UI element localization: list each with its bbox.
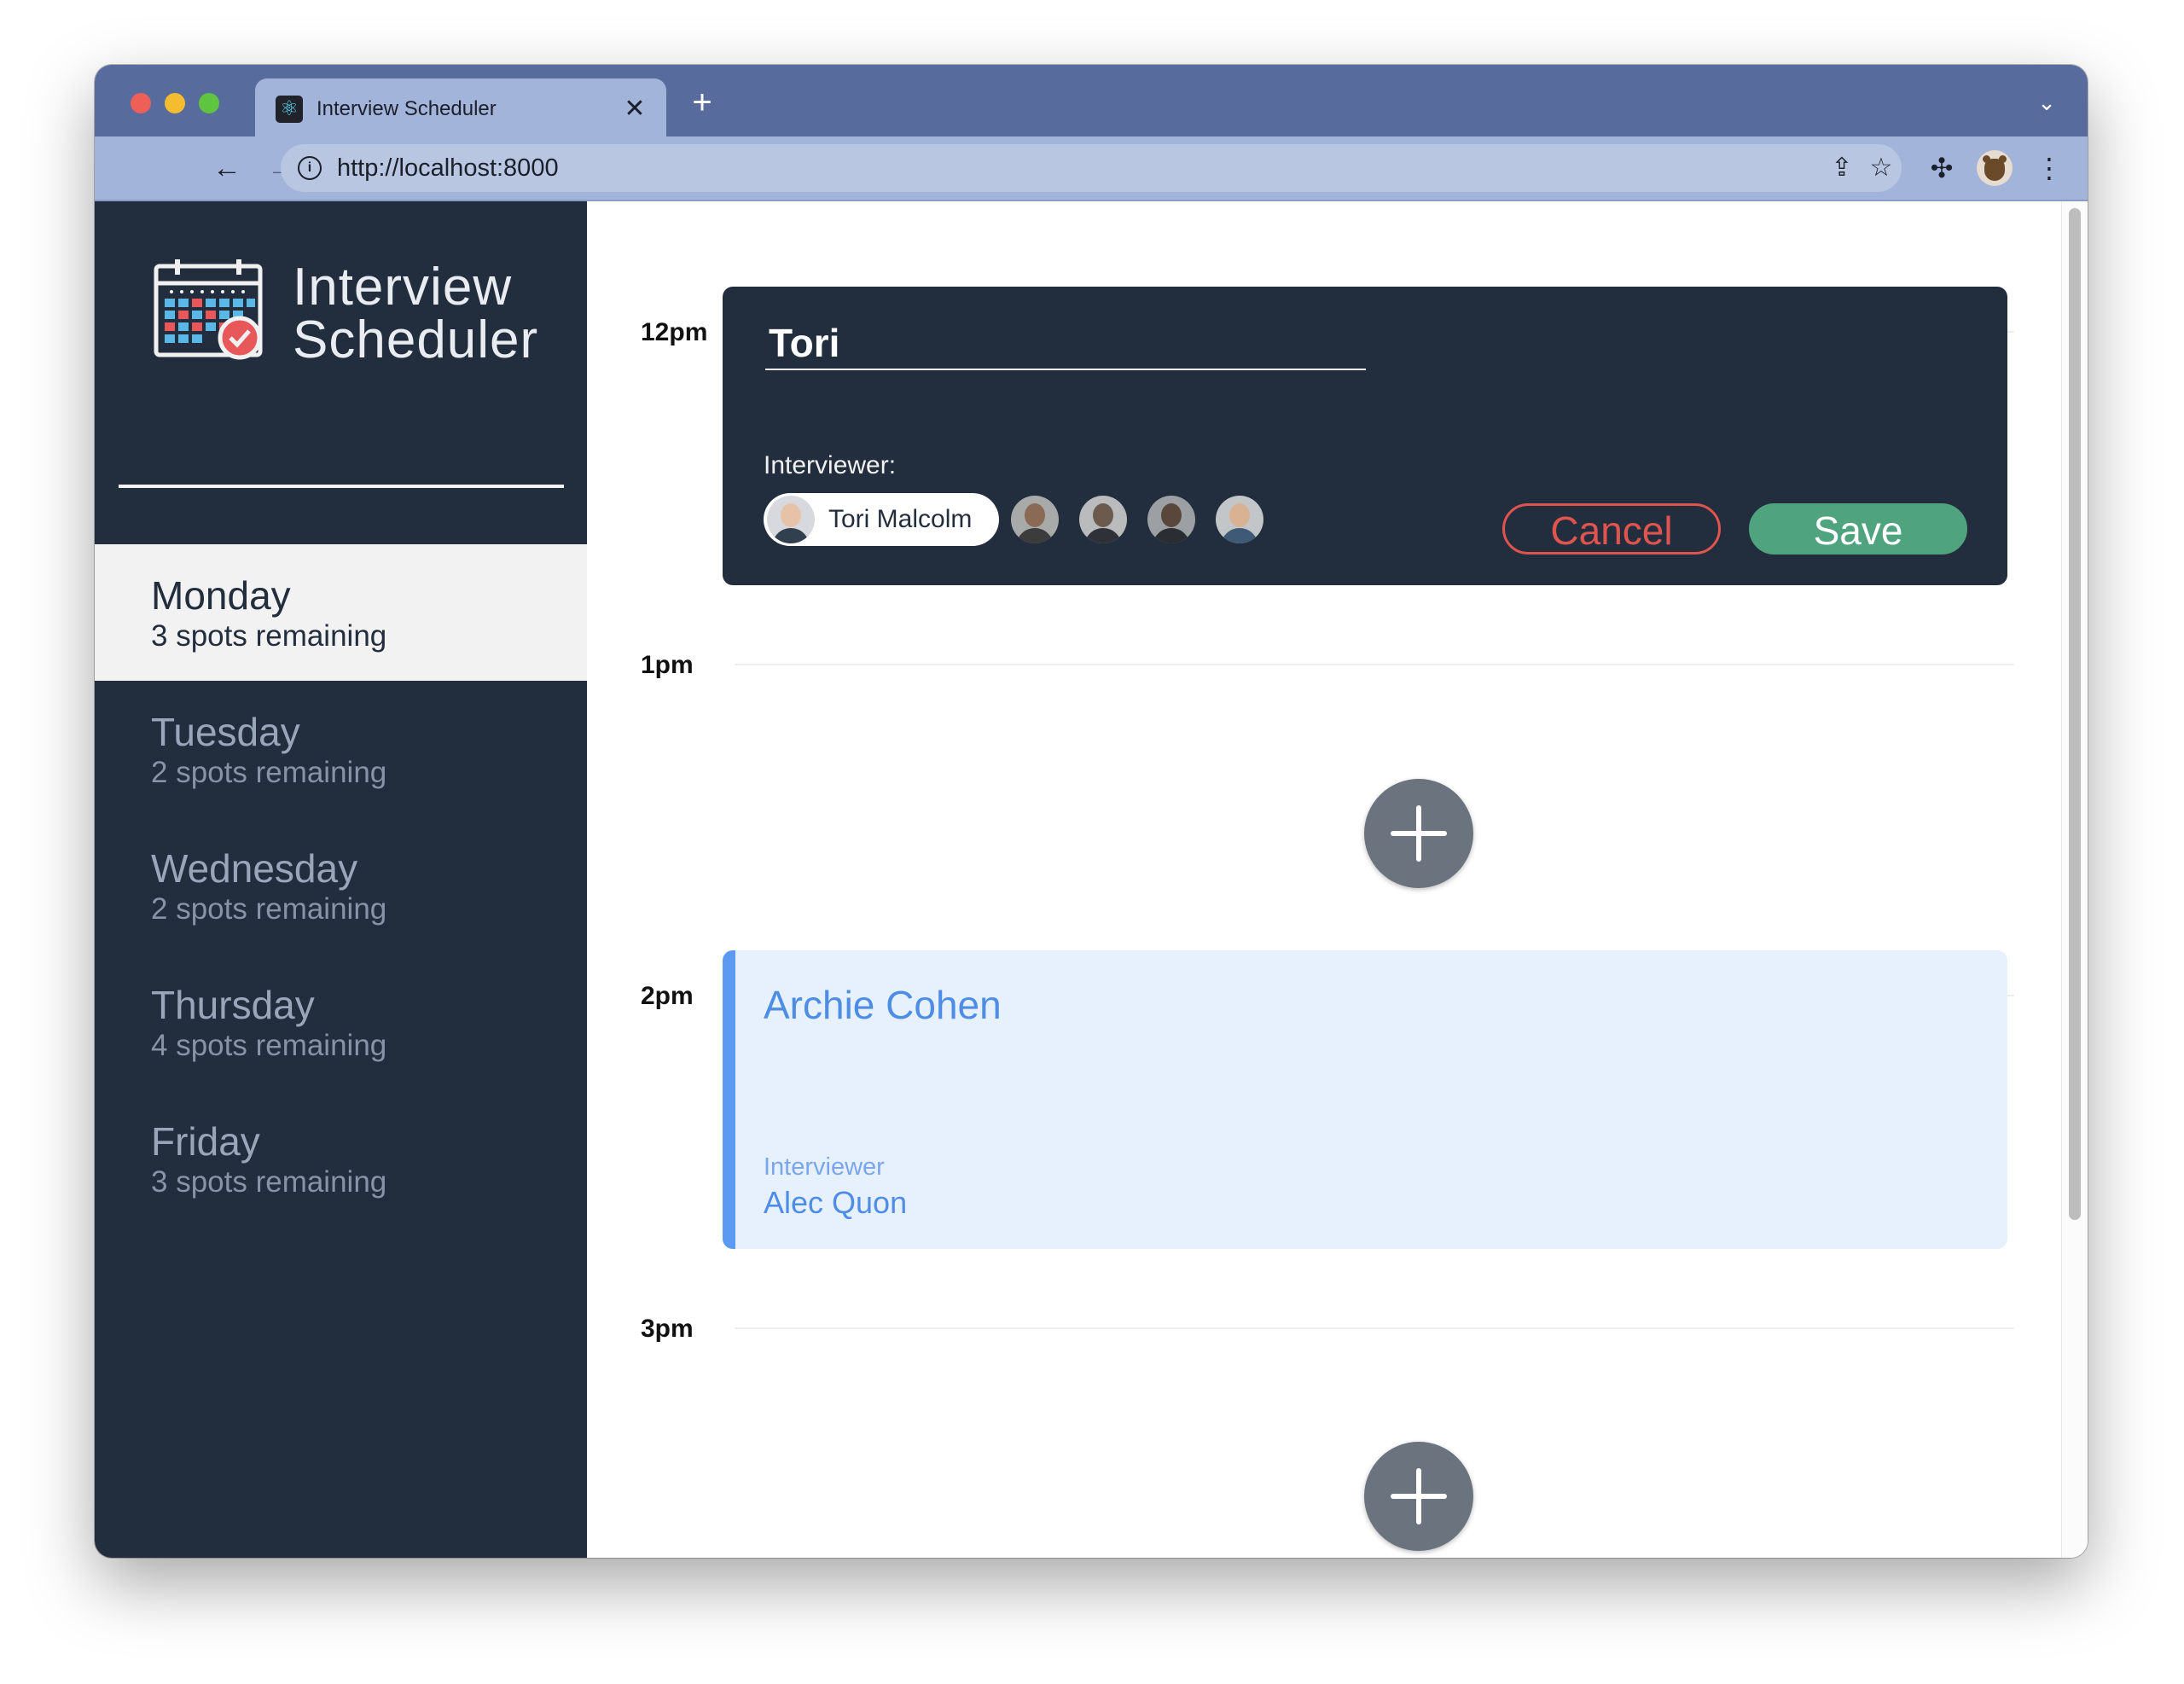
time-label-12pm: 12pm: [641, 318, 708, 346]
more-menu-icon[interactable]: ⋮: [2031, 150, 2067, 186]
appointment-accent-bar: [723, 950, 735, 1249]
url-text: http://localhost:8000: [337, 154, 559, 182]
interviewer-avatar: [767, 496, 815, 543]
day-name: Monday: [151, 573, 291, 618]
react-icon: ⚛: [276, 96, 303, 123]
cancel-button[interactable]: Cancel: [1502, 503, 1721, 555]
add-appointment-button[interactable]: [1364, 779, 1473, 888]
time-label-3pm: 3pm: [641, 1315, 694, 1343]
appointment-student: Archie Cohen: [764, 983, 1002, 1027]
extensions-puzzle-icon[interactable]: ✣: [1924, 150, 1960, 186]
tab-title: Interview Scheduler: [317, 97, 497, 120]
save-button[interactable]: Save: [1749, 503, 1967, 555]
app-brand: Interview Scheduler: [293, 261, 538, 367]
appointment-form: Interviewer: Tori Malcolm: [723, 287, 2007, 585]
day-item-tuesday[interactable]: Tuesday 2 spots remaining: [95, 681, 587, 817]
address-bar[interactable]: i http://localhost:8000 ⇪ ☆: [281, 144, 1902, 192]
new-tab-button[interactable]: +: [685, 85, 719, 119]
day-item-wednesday[interactable]: Wednesday 2 spots remaining: [95, 817, 587, 954]
scrollbar[interactable]: [2061, 201, 2088, 1558]
calendar-logo-icon: [154, 259, 263, 360]
day-spots: 4 spots remaining: [151, 1029, 387, 1062]
browser-toolbar: ← → ↻ i http://localhost:8000 ⇪ ☆ ✣ ⋮: [95, 136, 2088, 201]
appointment-interviewer-label: Interviewer: [764, 1153, 885, 1181]
info-icon[interactable]: i: [298, 156, 322, 180]
interviewer-avatar[interactable]: [1011, 496, 1059, 543]
student-name-input[interactable]: [765, 317, 1366, 370]
day-spots: 3 spots remaining: [151, 1165, 387, 1199]
maximize-window-button[interactable]: [199, 93, 219, 113]
brand-line-1: Interview: [293, 258, 513, 316]
back-arrow-icon[interactable]: ←: [209, 150, 245, 186]
interviewer-label: Interviewer:: [764, 451, 897, 479]
day-name: Tuesday: [151, 710, 300, 754]
brand-line-2: Scheduler: [293, 311, 539, 369]
browser-tab[interactable]: ⚛ Interview Scheduler ✕: [255, 78, 666, 136]
scrollbar-thumb[interactable]: [2069, 208, 2081, 1220]
add-appointment-button[interactable]: [1364, 1442, 1473, 1551]
page-content: Interview Scheduler Monday 3 spots remai…: [95, 201, 2088, 1558]
minimize-window-button[interactable]: [165, 93, 185, 113]
time-label-1pm: 1pm: [641, 651, 694, 679]
close-tab-icon[interactable]: ✕: [619, 93, 651, 125]
tab-bar: ⚛ Interview Scheduler ✕ + ⌄: [95, 65, 2088, 136]
time-divider: [735, 664, 2014, 665]
sidebar: Interview Scheduler Monday 3 spots remai…: [95, 201, 587, 1558]
day-spots: 2 spots remaining: [151, 756, 387, 789]
appointment-interviewer: Alec Quon: [764, 1185, 908, 1220]
day-item-thursday[interactable]: Thursday 4 spots remaining: [95, 954, 587, 1090]
interviewer-avatar[interactable]: [1079, 496, 1127, 543]
schedule: 12pm 1pm 2pm 3pm Interviewer: Tori Malco…: [587, 201, 2088, 1558]
day-spots: 3 spots remaining: [151, 619, 387, 653]
day-name: Wednesday: [151, 846, 358, 891]
day-item-monday[interactable]: Monday 3 spots remaining: [95, 544, 587, 681]
chevron-down-icon[interactable]: ⌄: [2031, 87, 2062, 118]
sidebar-divider: [119, 485, 564, 488]
browser-window: ⚛ Interview Scheduler ✕ + ⌄ ← → ↻ i http…: [95, 65, 2088, 1558]
day-spots: 2 spots remaining: [151, 892, 387, 926]
close-window-button[interactable]: [131, 93, 151, 113]
interviewer-avatar[interactable]: [1216, 496, 1263, 543]
share-icon[interactable]: ⇪: [1827, 153, 1857, 183]
time-label-2pm: 2pm: [641, 982, 694, 1010]
booked-appointment[interactable]: Archie Cohen Interviewer Alec Quon: [723, 950, 2007, 1249]
time-divider: [735, 1327, 2014, 1329]
profile-avatar[interactable]: [1977, 150, 2013, 186]
day-item-friday[interactable]: Friday 3 spots remaining: [95, 1090, 587, 1227]
bookmark-star-icon[interactable]: ☆: [1866, 153, 1896, 183]
day-name: Thursday: [151, 983, 315, 1027]
interviewer-selected[interactable]: Tori Malcolm: [764, 493, 999, 546]
day-name: Friday: [151, 1119, 260, 1164]
interviewer-avatar[interactable]: [1147, 496, 1195, 543]
interviewer-name: Tori Malcolm: [828, 505, 973, 533]
